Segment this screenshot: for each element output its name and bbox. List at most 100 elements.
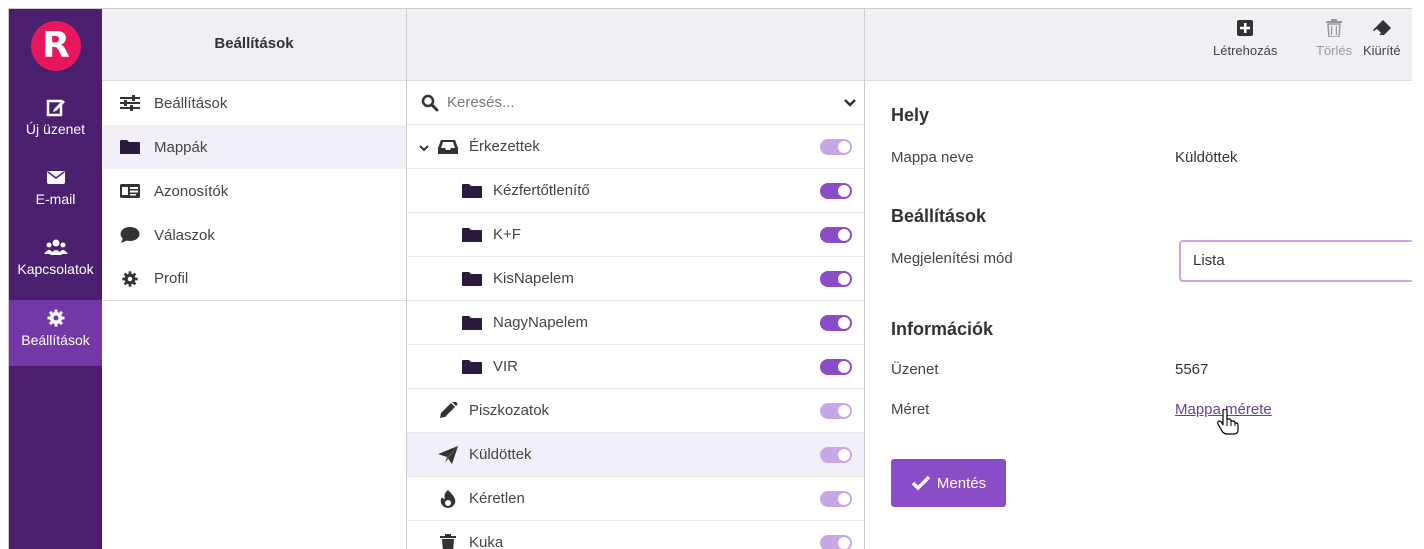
folder-item[interactable]: VIR <box>407 345 864 389</box>
create-label: Létrehozás <box>1213 43 1278 58</box>
folder-label: Kézfertőtlenítő <box>493 182 590 199</box>
size-label: Méret <box>891 401 930 418</box>
inbox-icon <box>437 138 459 156</box>
fire-icon <box>437 489 459 508</box>
envelope-icon <box>46 171 65 184</box>
nav-item-label: Új üzenet <box>25 121 86 137</box>
folder-icon <box>461 226 483 244</box>
delete-button[interactable]: Törlés <box>1316 19 1352 58</box>
messages-value: 5567 <box>1175 361 1209 378</box>
folder-label: KisNapelem <box>493 270 574 287</box>
delete-label: Törlés <box>1316 43 1353 58</box>
view-mode-select[interactable]: Lista <box>1179 240 1412 282</box>
search-icon <box>421 94 439 112</box>
section-info: Információk <box>891 319 994 339</box>
save-label: Mentés <box>936 474 987 492</box>
subscribe-toggle[interactable] <box>820 315 852 331</box>
section-settings: Beállítások <box>891 206 987 226</box>
empty-label: Kiüríté <box>1363 43 1401 58</box>
settings-menu-title: Beállítások <box>102 9 406 81</box>
subscribe-toggle[interactable] <box>820 535 852 549</box>
trash-icon <box>437 533 459 549</box>
menu-item-folders[interactable]: Mappák <box>102 125 406 169</box>
nav-item-label: E-mail <box>35 191 76 207</box>
nav-item-email[interactable]: E-mail <box>9 159 102 225</box>
plus-square-icon <box>1237 20 1254 36</box>
menu-item-label: Válaszok <box>154 226 215 244</box>
subscribe-toggle[interactable] <box>820 183 852 199</box>
folder-item-inbox[interactable]: Érkezettek <box>407 125 864 169</box>
subscribe-toggle[interactable] <box>820 227 852 243</box>
search-bar[interactable]: Keresés... <box>407 81 864 125</box>
subscribe-toggle[interactable] <box>820 403 852 419</box>
folder-label: VIR <box>493 358 519 375</box>
menu-item-label: Profil <box>154 270 189 287</box>
nav-item-label: Kapcsolatok <box>17 261 94 277</box>
folder-item[interactable]: NagyNapelem <box>407 301 864 345</box>
empty-button[interactable]: Kiüríté <box>1363 19 1401 58</box>
nav-item-settings[interactable]: Beállítások <box>9 300 102 366</box>
app-window: R Új üzenet E-mail Kapcsolatok Beállítás… <box>8 8 1412 549</box>
subscribe-toggle[interactable] <box>820 359 852 375</box>
nav-item-contacts[interactable]: Kapcsolatok <box>9 229 102 295</box>
folder-icon <box>461 182 483 200</box>
folder-name-value: Küldöttek <box>1175 149 1238 166</box>
comment-icon <box>120 226 140 244</box>
menu-item-settings[interactable]: Beállítások <box>102 81 406 125</box>
messages-label: Üzenet <box>891 361 939 378</box>
search-input[interactable]: Keresés... <box>447 94 515 111</box>
main-nav: R Új üzenet E-mail Kapcsolatok Beállítás… <box>9 9 102 549</box>
view-mode-label: Megjelenítési mód <box>891 250 1013 267</box>
subscribe-toggle[interactable] <box>820 447 852 463</box>
folder-item-sent[interactable]: Küldöttek <box>407 433 864 477</box>
subscribe-toggle[interactable] <box>820 491 852 507</box>
folder-details-panel: Létrehozás Törlés Kiüríté Hely Mappa nev… <box>865 9 1412 549</box>
menu-item-label: Mappák <box>154 138 208 156</box>
save-button[interactable]: Mentés <box>891 459 1006 507</box>
settings-menu: Beállítások Beállítások Mappák Azonosító… <box>102 9 407 549</box>
menu-item-label: Beállítások <box>154 94 228 112</box>
chevron-down-icon[interactable] <box>419 140 429 157</box>
folder-item[interactable]: Kézfertőtlenítő <box>407 169 864 213</box>
gear-icon <box>120 270 140 288</box>
nav-item-compose[interactable]: Új üzenet <box>9 89 102 155</box>
folder-name-label: Mappa neve <box>891 149 974 166</box>
menu-item-label: Azonosítók <box>154 182 229 200</box>
folder-label: NagyNapelem <box>493 314 589 331</box>
toolbar: Létrehozás Törlés Kiüríté <box>865 9 1412 81</box>
folder-icon <box>461 270 483 288</box>
folder-item[interactable]: K+F <box>407 213 864 257</box>
menu-item-identities[interactable]: Azonosítók <box>102 169 406 213</box>
nav-item-label: Beállítások <box>21 332 90 348</box>
folder-item-drafts[interactable]: Piszkozatok <box>407 389 864 433</box>
folder-item-trash[interactable]: Kuka <box>407 521 864 549</box>
folder-label: Kuka <box>469 534 504 549</box>
eraser-icon <box>1372 20 1391 35</box>
gear-icon <box>47 309 64 327</box>
subscribe-toggle[interactable] <box>820 139 852 155</box>
menu-item-profile[interactable]: Profil <box>102 257 406 301</box>
folder-icon <box>120 138 140 156</box>
users-icon <box>43 239 68 255</box>
paper-plane-icon <box>437 445 459 464</box>
folder-item[interactable]: KisNapelem <box>407 257 864 301</box>
create-button[interactable]: Létrehozás <box>1213 19 1277 58</box>
section-location: Hely <box>891 105 930 125</box>
folder-list-panel: Keresés... Érkezettek Kézfertőtlenítő K+… <box>407 9 865 549</box>
folder-label: Küldöttek <box>469 446 532 463</box>
id-card-icon <box>120 182 140 200</box>
app-logo[interactable]: R <box>31 21 81 71</box>
menu-item-responses[interactable]: Válaszok <box>102 213 406 257</box>
edit-icon <box>46 99 65 117</box>
folder-label: Kéretlen <box>469 490 525 507</box>
folder-label: Piszkozatok <box>469 402 550 419</box>
folder-label: K+F <box>493 226 521 243</box>
folder-icon <box>461 358 483 376</box>
subscribe-toggle[interactable] <box>820 271 852 287</box>
chevron-down-icon[interactable] <box>844 95 856 112</box>
hand-cursor-icon <box>1217 409 1239 435</box>
trash-icon <box>1326 19 1343 37</box>
check-icon <box>911 475 931 491</box>
folder-item-junk[interactable]: Kéretlen <box>407 477 864 521</box>
pencil-icon <box>437 401 459 420</box>
